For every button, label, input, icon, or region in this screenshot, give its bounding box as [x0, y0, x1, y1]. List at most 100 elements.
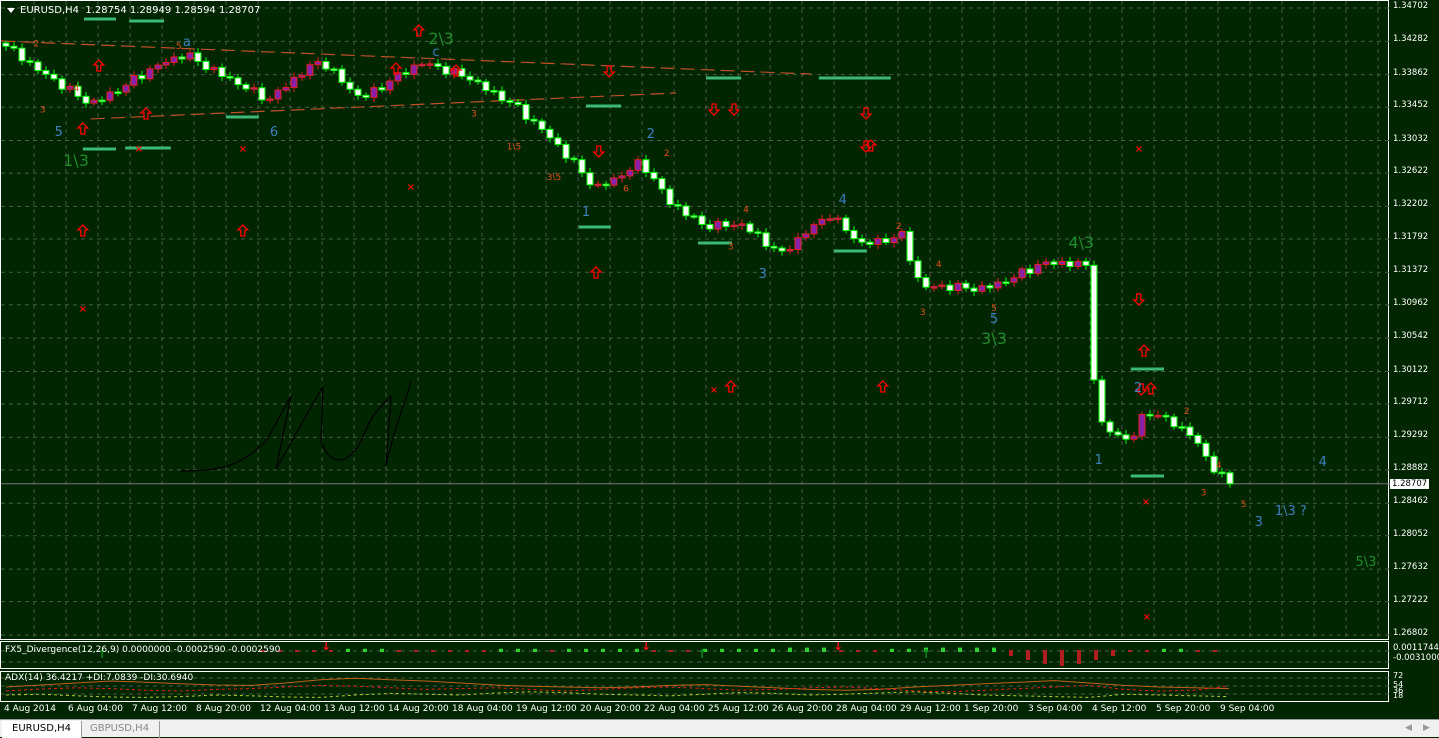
candle-body [946, 284, 954, 292]
candle-body [810, 224, 818, 235]
wave-label: 5 [176, 42, 182, 52]
wave-label: 4 [839, 193, 847, 208]
tab-eurusd-h4[interactable]: EURUSD,H4 [2, 721, 83, 738]
x-mark-icon: × [135, 144, 143, 155]
histogram-bar [941, 647, 945, 652]
time-tick: 7 Aug 12:00 [132, 704, 187, 714]
ohlc-values: 1.28754 1.28949 1.28594 1.28707 [85, 5, 261, 16]
wave-label: 5 [1241, 500, 1247, 510]
candle-body [882, 238, 890, 244]
histogram-bar [1162, 648, 1166, 652]
price-chart[interactable]: × × × × × × × × 1\3 2\3 3\3 4\3 5 6 1 2 3 4 5 1 2 3 4 1\3 ? a c 5\… [0, 0, 1390, 641]
candle-body [874, 238, 882, 245]
candle-body [34, 61, 42, 72]
candle-body [466, 75, 474, 81]
wave-label: 4 [743, 205, 749, 215]
scroll-right-icon[interactable]: ▶ [1423, 723, 1430, 733]
candle-body [514, 101, 522, 106]
histogram-bar [958, 647, 962, 652]
candle-body [242, 84, 250, 90]
candle-body [226, 75, 234, 79]
candle-body [90, 99, 98, 104]
candle-body [130, 75, 138, 86]
arrow-down-icon [592, 145, 606, 158]
candle-body [962, 282, 970, 289]
time-tick: 19 Aug 12:00 [516, 704, 577, 714]
wave-label: 5 [990, 312, 998, 327]
candle-body [218, 66, 226, 77]
candle-body [1138, 413, 1146, 437]
wave-label: 1 [1095, 453, 1103, 468]
histogram-bar [1043, 650, 1047, 664]
time-tick: 14 Aug 20:00 [388, 704, 449, 714]
collapse-triangle-icon[interactable] [7, 7, 15, 13]
adx-panel[interactable]: ADX(14) 36.4217 +DI:7.0839 -DI:30.6940 [0, 671, 1390, 702]
arrow-up-icon [76, 122, 90, 135]
candle-body [282, 86, 290, 91]
histogram-bar [1179, 648, 1183, 652]
histogram-bar [380, 648, 384, 652]
histogram-bar [533, 648, 537, 652]
arrow-up-icon [139, 107, 153, 120]
time-tick: 8 Aug 20:00 [196, 704, 251, 714]
candle-body [2, 42, 10, 47]
divergence-panel[interactable]: ↑ ↓ ↓ ↑ ↓ ↑ FX5_Divergence(12,26,9) 0.0000000… [0, 641, 1390, 669]
candle-body [378, 87, 386, 91]
arrow-up-icon [412, 24, 426, 37]
candle-body [42, 70, 50, 75]
price-tick: 1.28052 [1393, 528, 1429, 539]
histogram-bar [431, 650, 435, 652]
candle-body [490, 90, 498, 93]
histogram-bar [1009, 650, 1013, 656]
scroll-left-icon[interactable]: ◀ [1405, 723, 1412, 733]
wave-label: 4\3 [1068, 233, 1094, 252]
candle-body [634, 159, 642, 171]
histogram-bar [856, 650, 860, 652]
arrow-down-icon: ↓ [641, 642, 651, 653]
candle-body [706, 223, 714, 230]
candle-body [442, 65, 450, 75]
arrow-down-icon [707, 103, 721, 116]
candle-body [410, 64, 418, 75]
candle-body [626, 169, 634, 177]
candle-body [1218, 471, 1226, 475]
chart-tabs: EURUSD,H4 GBPUSD,H4 ◀ ▶ [0, 719, 1439, 738]
wave-label: 6 [623, 185, 629, 195]
wave-label: 5 [991, 304, 997, 314]
wave-label: 5\3 [1356, 555, 1377, 570]
candle-body [314, 61, 322, 66]
price-tick: 1.32622 [1393, 166, 1429, 177]
candle-body [1226, 472, 1234, 485]
candle-body [250, 87, 258, 90]
wave-label: a [183, 35, 191, 50]
x-mark-icon: × [1142, 497, 1150, 508]
candle-body [986, 285, 994, 289]
candle-body [594, 183, 602, 187]
histogram-bar [1077, 650, 1081, 664]
candle-body [618, 175, 626, 179]
candle-body [794, 237, 802, 250]
x-mark-icon: × [239, 144, 247, 155]
tab-gbpusd-h4[interactable]: GBPUSD,H4 [80, 721, 161, 738]
wave-label: 1\3 ? [1275, 504, 1307, 519]
histogram-bar [737, 648, 741, 652]
adx-label: ADX(14) 36.4217 +DI:7.0839 -DI:30.6940 [5, 673, 194, 683]
arrow-down-icon [1132, 293, 1146, 306]
candle-body [666, 188, 674, 206]
candle-body [122, 84, 130, 93]
price-tick: 1.33032 [1393, 133, 1429, 144]
price-tick: 1.30122 [1393, 364, 1429, 375]
histogram-bar [295, 650, 299, 652]
histogram-bar [754, 648, 758, 652]
histogram-bar [873, 650, 877, 652]
candle-body [530, 118, 538, 122]
candle-body [1122, 434, 1130, 440]
adx-lines [1, 677, 1390, 698]
histogram-bar [584, 648, 588, 652]
histogram-bar [601, 648, 605, 652]
candle-body [818, 218, 826, 226]
wave-label: c [432, 45, 439, 60]
candle-body [298, 74, 306, 78]
candle-body [1002, 281, 1010, 285]
candle-body [1026, 268, 1034, 274]
